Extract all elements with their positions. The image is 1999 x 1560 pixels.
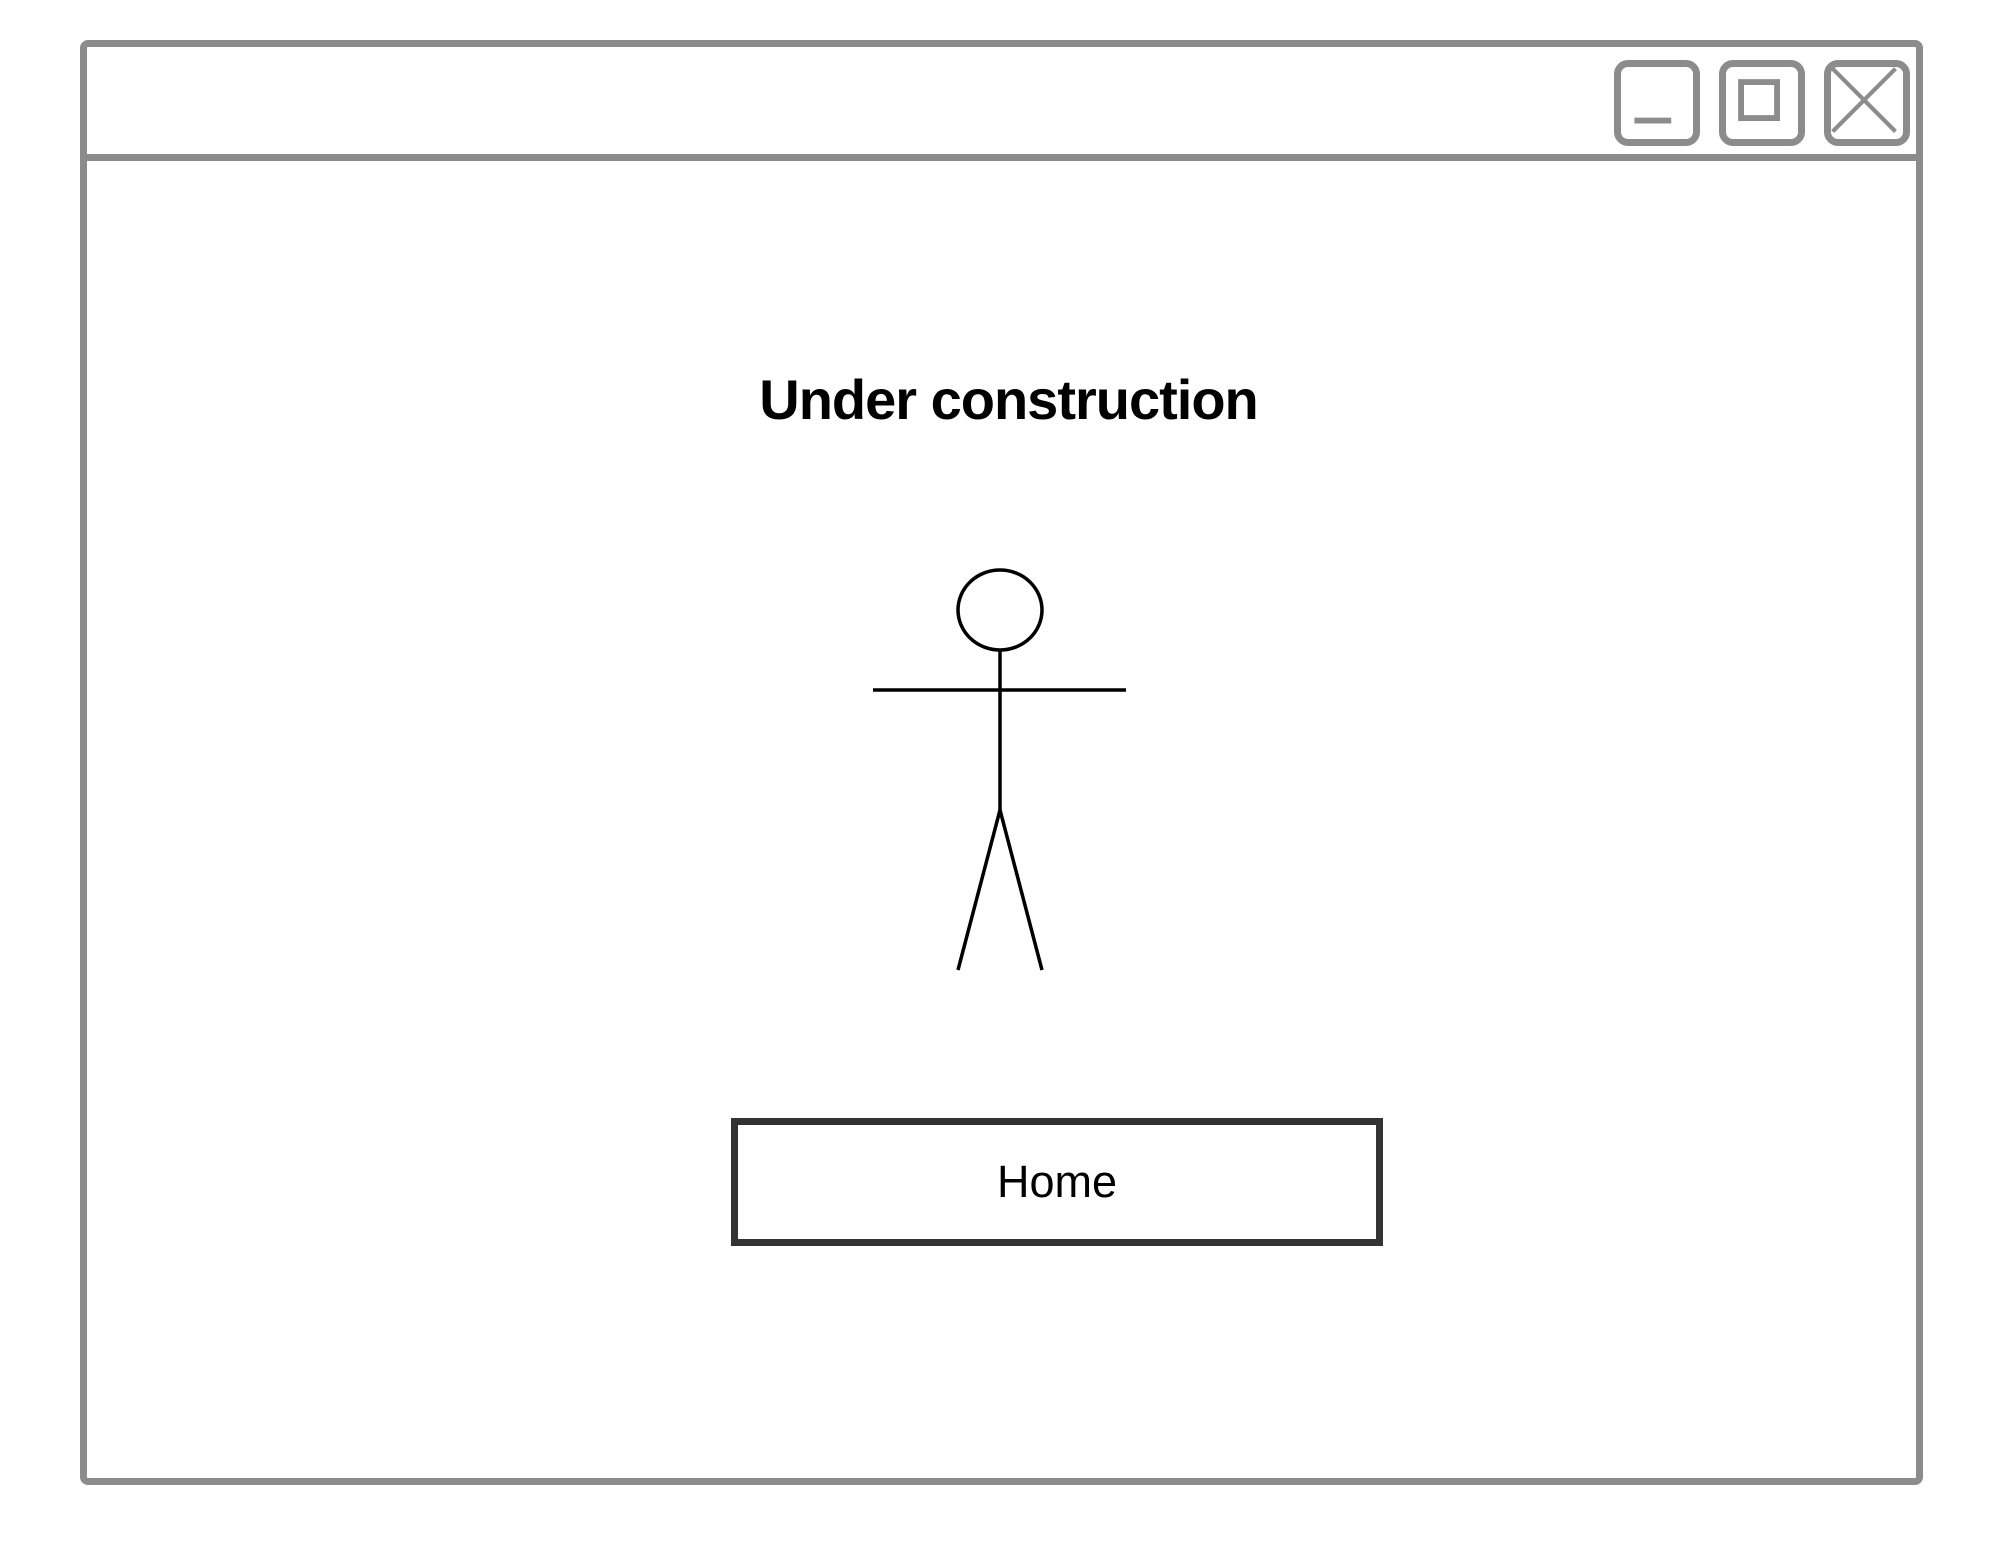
minimize-button[interactable] [1614, 60, 1700, 146]
maximize-button[interactable] [1719, 60, 1805, 146]
title-bar[interactable] [87, 47, 1916, 161]
minimize-icon [1634, 117, 1672, 124]
close-icon [1831, 67, 1897, 133]
app-window: Under construction Home [80, 40, 1923, 1485]
stick-figure-icon [873, 568, 1126, 971]
close-button[interactable] [1824, 60, 1910, 146]
page-title: Under construction [759, 368, 1258, 431]
home-button[interactable]: Home [731, 1118, 1383, 1246]
maximize-icon [1738, 79, 1780, 121]
